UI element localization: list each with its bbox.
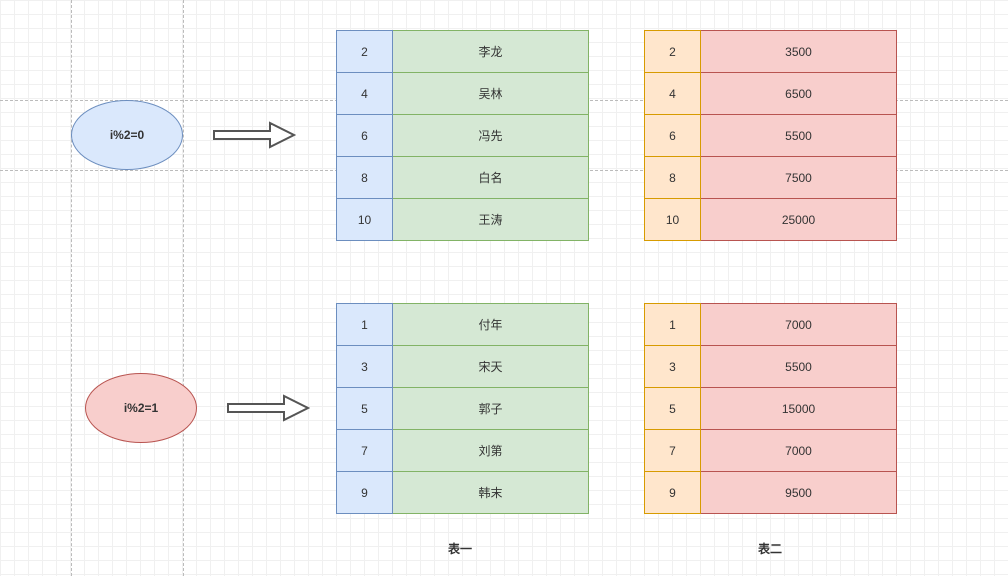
- table-row: 23500: [645, 31, 897, 73]
- index-cell: 4: [337, 73, 393, 115]
- table-row: 46500: [645, 73, 897, 115]
- value-cell: 白名: [393, 157, 589, 199]
- table-row: 99500: [645, 472, 897, 514]
- value-cell: 9500: [701, 472, 897, 514]
- value-cell: 李龙: [393, 31, 589, 73]
- value-cell: 3500: [701, 31, 897, 73]
- arrow-even: [212, 121, 296, 149]
- index-cell: 7: [645, 430, 701, 472]
- value-cell: 韩末: [393, 472, 589, 514]
- table2-even: 23500 46500 65500 87500 1025000: [644, 30, 897, 241]
- value-cell: 冯先: [393, 115, 589, 157]
- index-cell: 4: [645, 73, 701, 115]
- table-row: 77000: [645, 430, 897, 472]
- table1-even: 2李龙 4吴林 6冯先 8白名 10王涛: [336, 30, 589, 241]
- value-cell: 7500: [701, 157, 897, 199]
- index-cell: 8: [645, 157, 701, 199]
- table-row: 10王涛: [337, 199, 589, 241]
- index-cell: 2: [337, 31, 393, 73]
- value-cell: 刘第: [393, 430, 589, 472]
- index-cell: 6: [645, 115, 701, 157]
- index-cell: 5: [337, 388, 393, 430]
- index-cell: 10: [337, 199, 393, 241]
- index-cell: 1: [337, 304, 393, 346]
- table-row: 8白名: [337, 157, 589, 199]
- index-cell: 3: [645, 346, 701, 388]
- index-cell: 1: [645, 304, 701, 346]
- index-cell: 5: [645, 388, 701, 430]
- table-row: 3宋天: [337, 346, 589, 388]
- table-row: 6冯先: [337, 115, 589, 157]
- condition-even-label: i%2=0: [110, 128, 144, 142]
- table-row: 87500: [645, 157, 897, 199]
- table-row: 1付年: [337, 304, 589, 346]
- value-cell: 7000: [701, 304, 897, 346]
- index-cell: 8: [337, 157, 393, 199]
- value-cell: 25000: [701, 199, 897, 241]
- arrow-odd: [226, 394, 310, 422]
- table-row: 515000: [645, 388, 897, 430]
- table2-caption: 表二: [720, 540, 820, 557]
- table-row: 4吴林: [337, 73, 589, 115]
- table-row: 17000: [645, 304, 897, 346]
- value-cell: 5500: [701, 346, 897, 388]
- value-cell: 7000: [701, 430, 897, 472]
- condition-odd-label: i%2=1: [124, 401, 158, 415]
- condition-even-ellipse: i%2=0: [71, 100, 183, 170]
- index-cell: 9: [645, 472, 701, 514]
- index-cell: 2: [645, 31, 701, 73]
- value-cell: 15000: [701, 388, 897, 430]
- index-cell: 6: [337, 115, 393, 157]
- index-cell: 3: [337, 346, 393, 388]
- condition-odd-ellipse: i%2=1: [85, 373, 197, 443]
- index-cell: 9: [337, 472, 393, 514]
- table-row: 1025000: [645, 199, 897, 241]
- table-row: 35500: [645, 346, 897, 388]
- index-cell: 7: [337, 430, 393, 472]
- value-cell: 郭子: [393, 388, 589, 430]
- table-row: 7刘第: [337, 430, 589, 472]
- value-cell: 宋天: [393, 346, 589, 388]
- value-cell: 付年: [393, 304, 589, 346]
- table1-caption: 表一: [410, 540, 510, 557]
- index-cell: 10: [645, 199, 701, 241]
- value-cell: 5500: [701, 115, 897, 157]
- table-row: 65500: [645, 115, 897, 157]
- table-row: 5郭子: [337, 388, 589, 430]
- table-row: 2李龙: [337, 31, 589, 73]
- table-row: 9韩末: [337, 472, 589, 514]
- value-cell: 吴林: [393, 73, 589, 115]
- table1-odd: 1付年 3宋天 5郭子 7刘第 9韩末: [336, 303, 589, 514]
- value-cell: 王涛: [393, 199, 589, 241]
- value-cell: 6500: [701, 73, 897, 115]
- table2-odd: 17000 35500 515000 77000 99500: [644, 303, 897, 514]
